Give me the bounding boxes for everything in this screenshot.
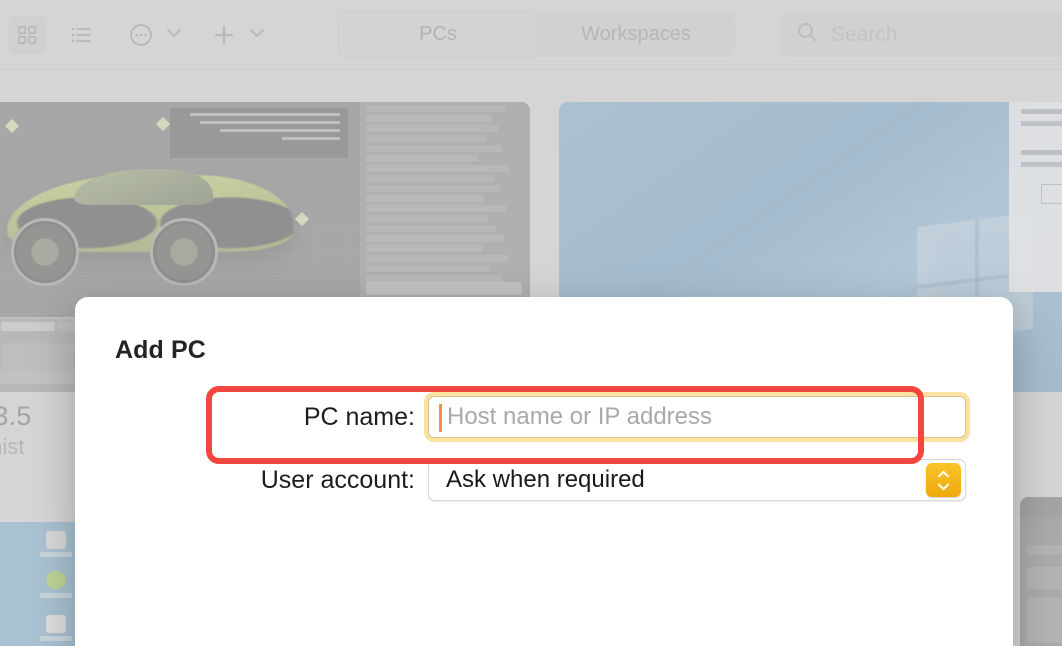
add-pc-dialog: Add PC PC name: Host name or IP address … (75, 297, 1013, 646)
user-account-label: User account: (260, 465, 415, 494)
text-caret (439, 404, 442, 432)
user-account-select[interactable]: Ask when required (428, 459, 966, 501)
pc-name-input[interactable]: Host name or IP address (428, 396, 966, 438)
stepper-icon[interactable] (926, 463, 961, 497)
pc-name-label: PC name: (303, 402, 415, 431)
user-account-value: Ask when required (446, 466, 645, 493)
pc-name-row: PC name: Host name or IP address (75, 396, 1013, 438)
user-account-row: User account: Ask when required (75, 459, 1013, 501)
dialog-title: Add PC (115, 336, 206, 364)
pc-name-placeholder: Host name or IP address (447, 403, 713, 430)
screen: 4.103.5 Administ (0, 0, 1062, 646)
